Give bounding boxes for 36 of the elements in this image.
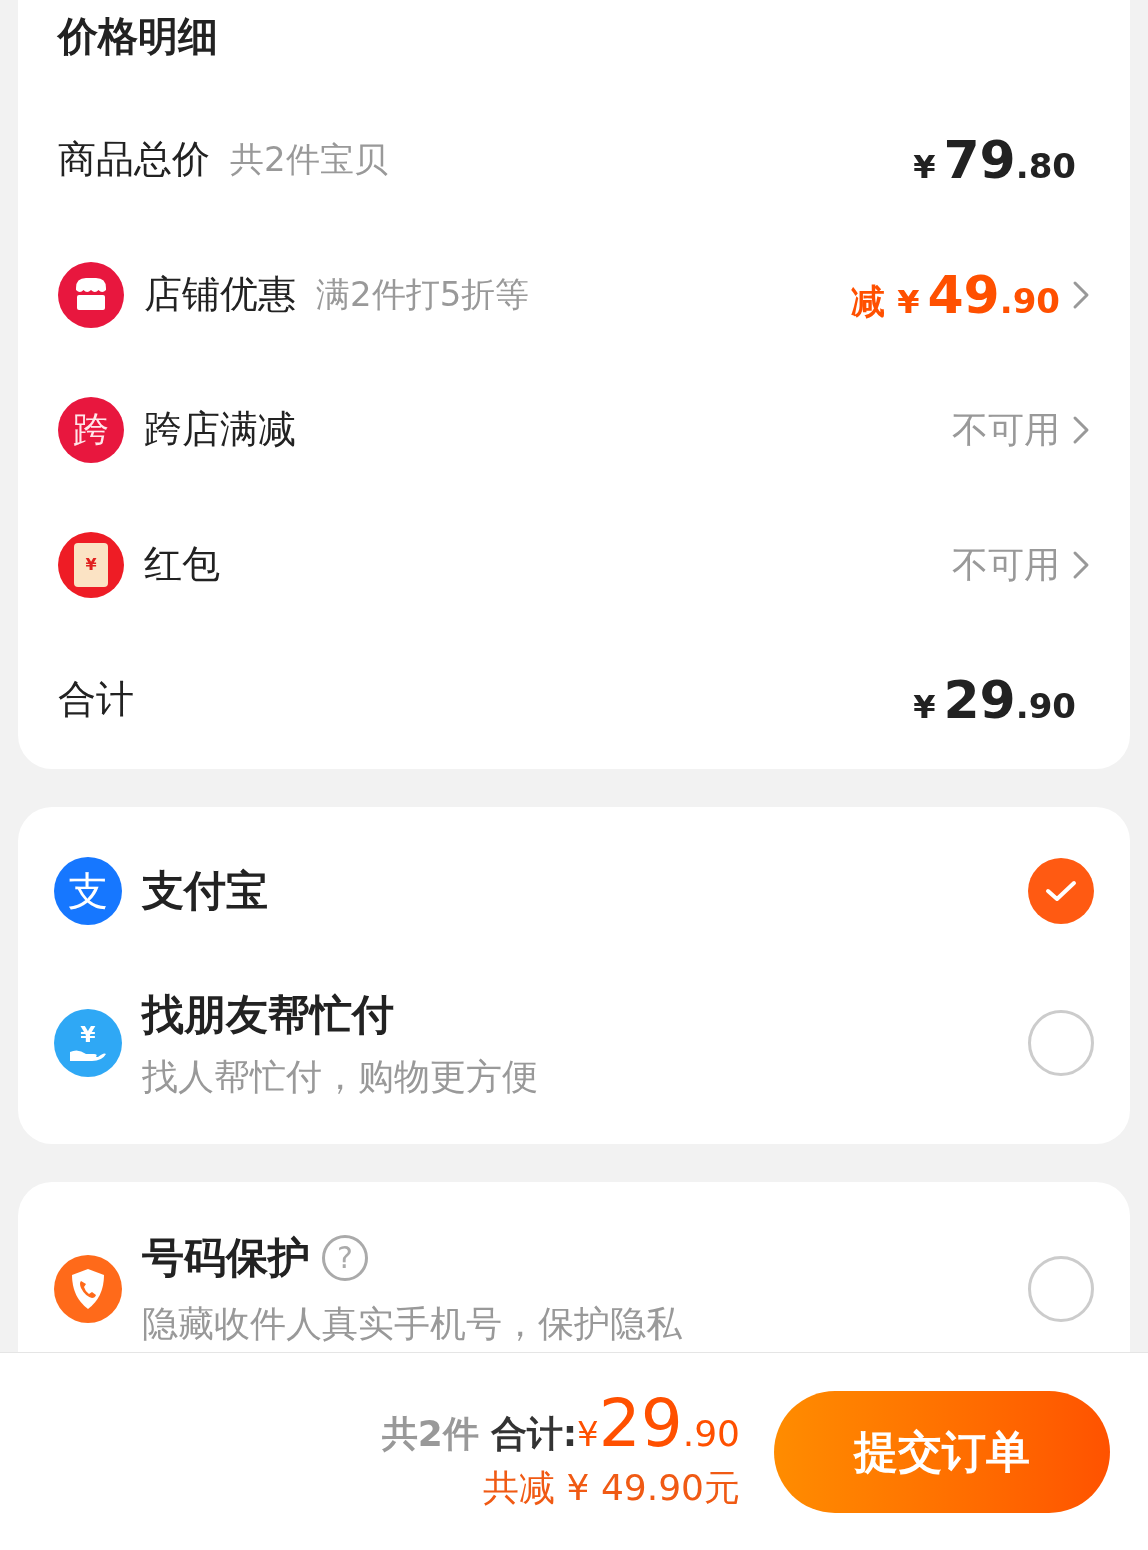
alipay-icon: 支 <box>54 856 122 925</box>
cross-store-icon: 跨 <box>58 396 124 463</box>
payment-description: 找人帮忙付，购物更方便 <box>142 1054 539 1099</box>
submit-order-button[interactable]: 提交订单 <box>774 1390 1110 1513</box>
payment-name: 支付宝 <box>142 865 269 917</box>
discount-label: 减 <box>851 279 886 323</box>
savings-text: 共减 ¥ 49.90元 <box>483 1465 740 1510</box>
row-note: 共2件宝贝 <box>230 138 388 181</box>
payment-name: 找朋友帮忙付 <box>142 988 395 1041</box>
help-icon[interactable]: ? <box>322 1234 368 1281</box>
total-label: 合计: <box>490 1411 578 1456</box>
radio-button[interactable] <box>1028 1010 1094 1076</box>
row-label: 跨店满减 <box>144 406 296 453</box>
hand-coin-icon: ¥ <box>54 1009 122 1077</box>
shield-phone-icon <box>54 1254 122 1323</box>
row-label: 商品总价 <box>58 136 210 183</box>
row-note: 满2件打5折等 <box>316 273 530 316</box>
section-title: 价格明细 <box>58 12 219 61</box>
row-label: 合计 <box>58 676 134 723</box>
price: ¥79.80 <box>913 128 1076 192</box>
discount-link[interactable]: 减 ¥49.90 <box>851 255 1090 334</box>
row-label: 店铺优惠 <box>144 271 296 318</box>
chevron-icon <box>1072 414 1090 445</box>
row-label: 红包 <box>144 541 220 588</box>
option-title: 号码保护 <box>142 1232 310 1284</box>
price: ¥29.90 <box>913 668 1076 732</box>
item-count: 共2件 <box>381 1411 479 1456</box>
price: ¥49.90 <box>897 263 1060 327</box>
status-text: 不可用 <box>952 542 1060 587</box>
shop-icon <box>58 261 124 328</box>
option-description: 隐藏收件人真实手机号，保护隐私 <box>142 1302 683 1346</box>
total-price: ¥29.90 <box>577 1388 740 1461</box>
chevron-icon <box>1072 279 1090 310</box>
status-text: 不可用 <box>952 407 1060 452</box>
chevron-icon <box>1072 549 1090 580</box>
money-envelope-icon: ¥ <box>58 531 124 598</box>
